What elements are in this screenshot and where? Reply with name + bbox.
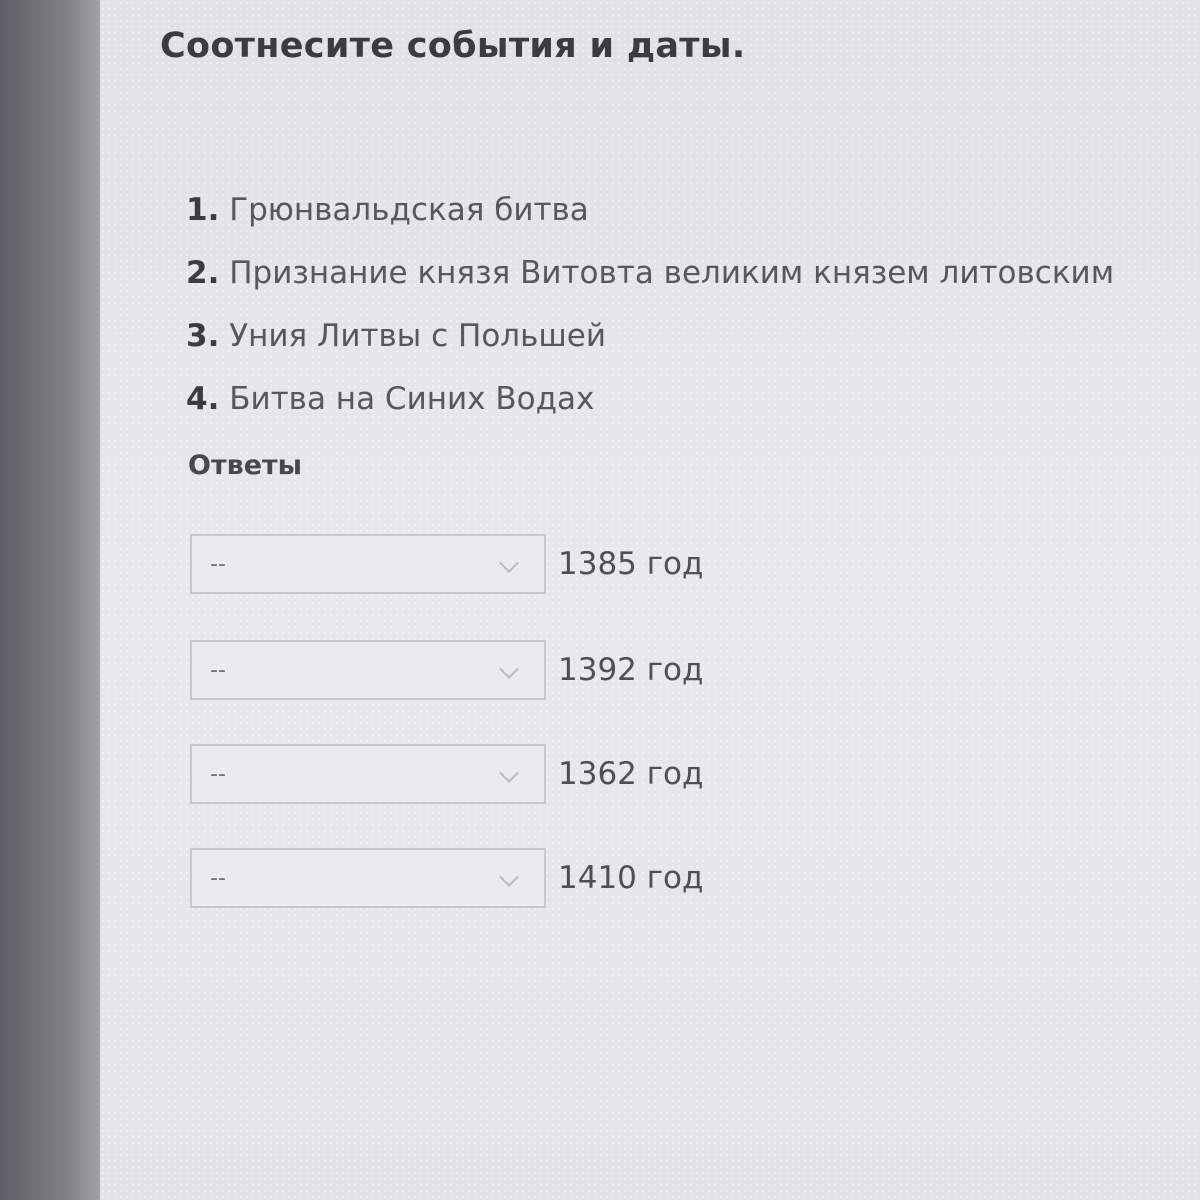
item-number: 2. <box>186 255 220 291</box>
item-number: 1. <box>186 192 220 228</box>
chevron-down-icon <box>499 867 519 887</box>
item-number: 3. <box>186 318 220 354</box>
item-text: Признание князя Витовта великим князем л… <box>219 255 1115 291</box>
item-number: 4. <box>186 381 220 417</box>
chevron-down-icon <box>499 553 519 573</box>
events-list: 1. Грюнвальдская битва 2. Признание княз… <box>186 192 1114 444</box>
select-value: -- <box>210 762 226 787</box>
screen-bezel <box>0 0 110 1200</box>
year-label: 1362 год <box>558 756 704 792</box>
select-value: -- <box>210 658 226 683</box>
select-value: -- <box>210 552 226 577</box>
select-value: -- <box>210 866 226 891</box>
chevron-down-icon <box>499 659 519 679</box>
item-text: Грюнвальдская битва <box>219 192 589 228</box>
list-item: 3. Уния Литвы с Польшей <box>186 318 1114 381</box>
answer-select-2[interactable]: -- <box>190 640 546 700</box>
year-label: 1392 год <box>558 652 704 688</box>
year-label: 1385 год <box>558 546 704 582</box>
year-label: 1410 год <box>558 860 704 896</box>
answer-row: -- 1392 год <box>190 638 703 702</box>
answer-row: -- 1385 год <box>190 532 703 596</box>
answers-heading: Ответы <box>188 450 303 481</box>
list-item: 4. Битва на Синих Водах <box>186 381 1114 444</box>
item-text: Битва на Синих Водах <box>219 381 595 417</box>
quiz-page: Соотнесите события и даты. 1. Грюнвальдс… <box>100 0 1200 1200</box>
answer-row: -- 1362 год <box>190 742 703 806</box>
list-item: 1. Грюнвальдская битва <box>186 192 1114 255</box>
answer-select-3[interactable]: -- <box>190 744 546 804</box>
question-title: Соотнесите события и даты. <box>160 26 746 66</box>
chevron-down-icon <box>499 763 519 783</box>
answer-row: -- 1410 год <box>190 846 703 910</box>
list-item: 2. Признание князя Витовта великим князе… <box>186 255 1114 318</box>
item-text: Уния Литвы с Польшей <box>219 318 606 354</box>
answer-select-1[interactable]: -- <box>190 534 546 594</box>
answer-select-4[interactable]: -- <box>190 848 546 908</box>
